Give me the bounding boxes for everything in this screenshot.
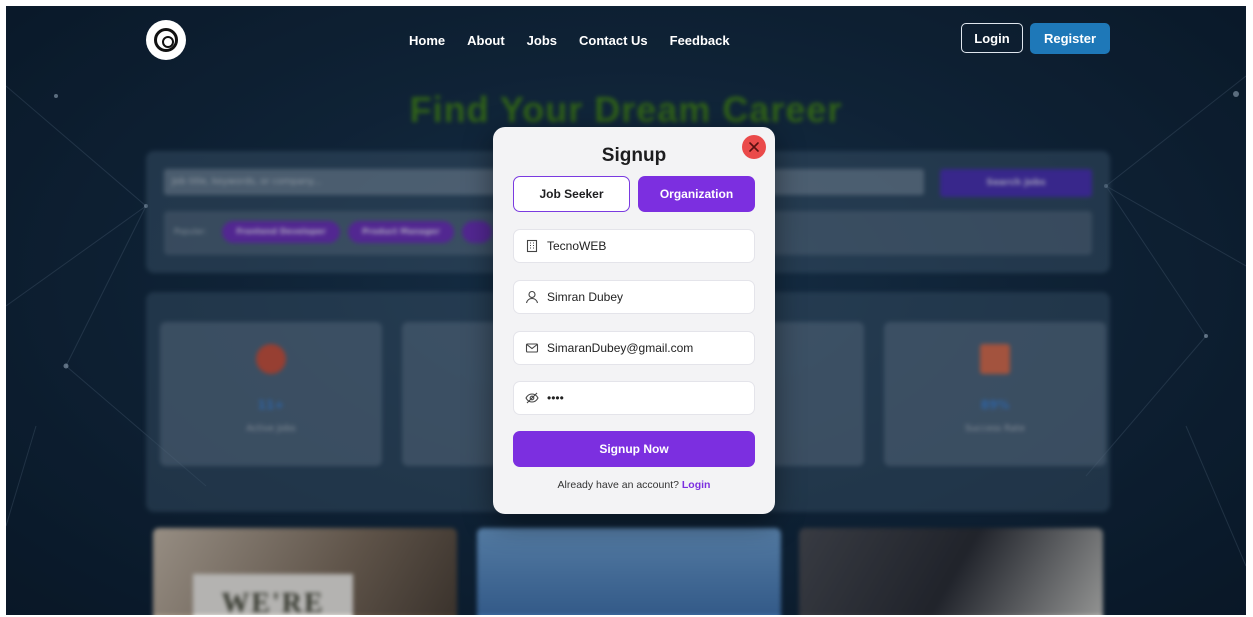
tab-job-seeker[interactable]: Job Seeker — [513, 176, 630, 212]
email-value: SimaranDubey@gmail.com — [547, 341, 694, 355]
app-frame: Find Your Dream Career Job title, keywor… — [6, 6, 1246, 615]
password-field[interactable]: •••• — [513, 381, 755, 415]
logo-mark-icon — [154, 28, 178, 52]
organization-field[interactable]: TecnoWEB — [513, 229, 755, 263]
mail-icon — [524, 340, 540, 356]
password-value: •••• — [547, 391, 564, 405]
user-icon — [524, 289, 540, 305]
login-prompt-text: Already have an account? — [557, 479, 679, 491]
tab-organization[interactable]: Organization — [638, 176, 755, 212]
login-button[interactable]: Login — [961, 23, 1023, 53]
eye-off-icon[interactable] — [524, 390, 540, 406]
signup-modal: Signup Job Seeker Organization TecnoWEB … — [493, 127, 775, 514]
name-value: Simran Dubey — [547, 290, 624, 304]
organization-value: TecnoWEB — [547, 239, 607, 253]
nav-home[interactable]: Home — [409, 33, 445, 48]
nav-feedback[interactable]: Feedback — [670, 33, 730, 48]
main-nav: Home About Jobs Contact Us Feedback — [409, 33, 730, 48]
nav-jobs[interactable]: Jobs — [527, 33, 557, 48]
login-prompt: Already have an account? Login — [493, 479, 775, 491]
email-field[interactable]: SimaranDubey@gmail.com — [513, 331, 755, 365]
signup-now-button[interactable]: Signup Now — [513, 431, 755, 467]
modal-title: Signup — [601, 145, 667, 166]
building-icon — [524, 238, 540, 254]
name-field[interactable]: Simran Dubey — [513, 280, 755, 314]
nav-about[interactable]: About — [467, 33, 505, 48]
logo[interactable] — [146, 20, 186, 60]
login-link[interactable]: Login — [682, 479, 711, 491]
register-button[interactable]: Register — [1030, 23, 1110, 54]
nav-contact[interactable]: Contact Us — [579, 33, 648, 48]
